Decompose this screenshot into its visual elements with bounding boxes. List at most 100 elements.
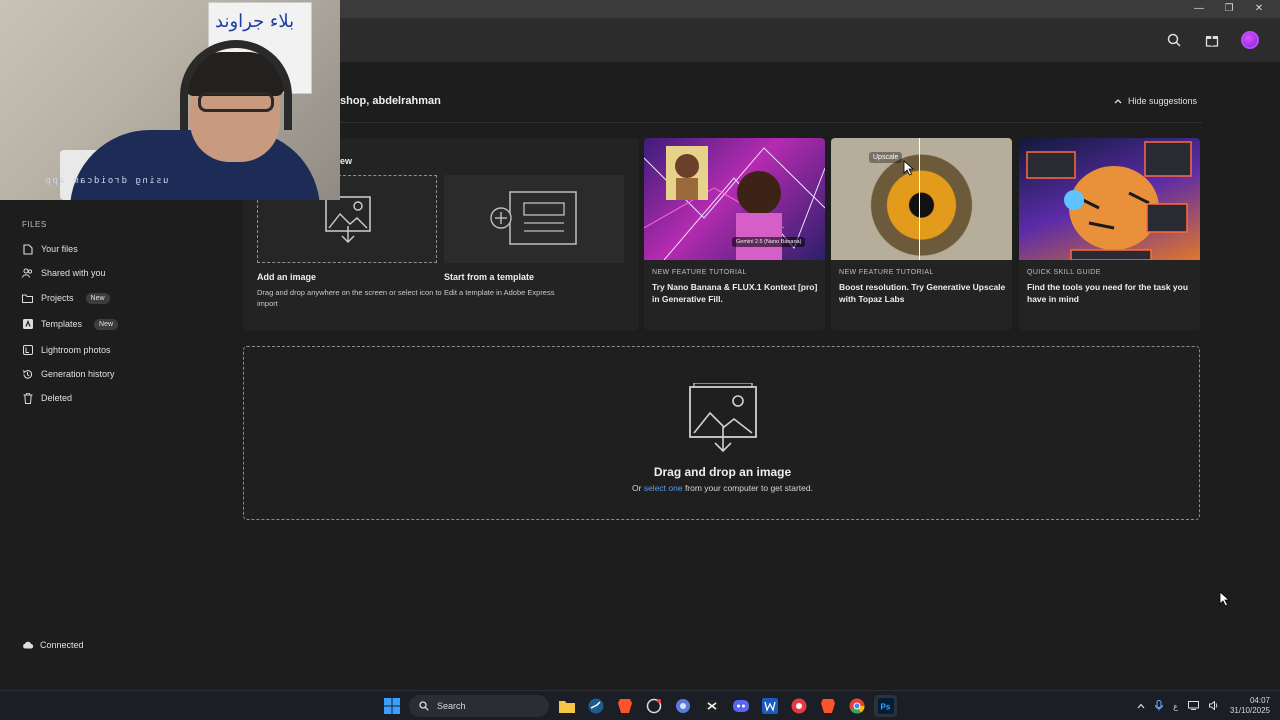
file-explorer-icon[interactable] bbox=[555, 695, 578, 717]
language-indicator[interactable]: ع bbox=[1173, 702, 1178, 711]
trash-icon bbox=[22, 392, 33, 404]
model-chip: Gemini 2.5 (Nano Banana) bbox=[732, 237, 806, 247]
sidebar-item-projects[interactable]: Projects New bbox=[22, 288, 110, 308]
template-tile[interactable] bbox=[444, 175, 624, 263]
chevron-up-icon bbox=[1114, 99, 1122, 104]
microphone-icon[interactable] bbox=[1155, 699, 1164, 713]
gift-icon[interactable] bbox=[1202, 30, 1222, 50]
sidebar-item-label: Projects bbox=[41, 293, 74, 303]
hide-suggestions-label: Hide suggestions bbox=[1128, 96, 1198, 106]
sidebar-section-files: FILES bbox=[22, 220, 47, 229]
close-button[interactable]: ✕ bbox=[1244, 0, 1274, 18]
window-controls: — ❐ ✕ bbox=[1184, 0, 1274, 18]
suggestion-thumbnail bbox=[1019, 138, 1200, 260]
sidebar-item-generation-history[interactable]: Generation history bbox=[22, 364, 115, 384]
avatar[interactable] bbox=[1240, 30, 1260, 50]
search-label: Search bbox=[437, 701, 466, 711]
upscale-chip: Upscale bbox=[869, 152, 903, 163]
compare-divider bbox=[919, 138, 920, 260]
suggestion-title: Try Nano Banana & FLUX.1 Kontext [pro] i… bbox=[652, 282, 818, 304]
volume-icon[interactable] bbox=[1208, 699, 1220, 712]
chrome-icon[interactable] bbox=[845, 695, 868, 717]
search-icon[interactable] bbox=[1164, 30, 1184, 50]
chevron-up-icon[interactable] bbox=[1137, 702, 1145, 711]
chatgpt-icon[interactable] bbox=[642, 695, 665, 717]
taskbar-apps: Search Ps bbox=[380, 695, 897, 717]
drop-zone-subtitle: Or select one from your computer to get … bbox=[244, 483, 1201, 493]
hide-suggestions-button[interactable]: Hide suggestions bbox=[1114, 96, 1197, 106]
glasses bbox=[198, 92, 274, 112]
sidebar-item-label: Templates bbox=[41, 319, 83, 329]
steam-icon[interactable] bbox=[584, 695, 607, 717]
suggestion-thumbnail: Upscale bbox=[831, 138, 1012, 260]
templates-icon bbox=[22, 319, 33, 330]
sidebar-item-label: Your files bbox=[41, 244, 78, 254]
connection-status: Connected bbox=[22, 640, 84, 650]
sidebar-item-shared[interactable]: Shared with you bbox=[22, 263, 106, 283]
clock-date: 31/10/2025 bbox=[1229, 706, 1270, 715]
image-import-icon bbox=[325, 196, 371, 243]
suggestion-kicker: NEW FEATURE TUTORIAL bbox=[652, 269, 747, 276]
mouse-cursor-icon bbox=[1219, 591, 1231, 607]
capcut-icon[interactable] bbox=[700, 695, 723, 717]
sidebar-item-your-files[interactable]: Your files bbox=[22, 239, 78, 259]
clock-time: 04:07 bbox=[1249, 696, 1270, 705]
suggestion-title: Find the tools you need for the task you… bbox=[1027, 282, 1189, 304]
tiger-ui-art bbox=[1026, 141, 1192, 260]
avatar-image bbox=[1241, 31, 1259, 49]
sidebar-item-deleted[interactable]: Deleted bbox=[22, 388, 72, 408]
suggestion-card-upscale[interactable]: Upscale NEW FEATURE TUTORIAL Boost resol… bbox=[831, 138, 1012, 330]
people-icon bbox=[22, 268, 33, 279]
folder-icon bbox=[22, 293, 33, 304]
drop-zone-title: Drag and drop an image bbox=[653, 465, 792, 479]
template-icon bbox=[490, 191, 577, 245]
suggestion-kicker: NEW FEATURE TUTORIAL bbox=[839, 269, 934, 276]
template-label[interactable]: Start from a template bbox=[444, 272, 534, 282]
poster-text: بلاء جراوند bbox=[215, 11, 295, 32]
drop-zone[interactable]: Drag and drop an image Or select one fro… bbox=[243, 346, 1200, 520]
add-image-label[interactable]: Add an image bbox=[257, 272, 316, 282]
file-icon bbox=[22, 243, 33, 255]
mouse-cursor-icon bbox=[903, 160, 915, 176]
brave-icon[interactable] bbox=[613, 695, 636, 717]
suggestion-title: Boost resolution. Try Generative Upscale… bbox=[839, 282, 1006, 304]
new-badge: New bbox=[94, 318, 119, 330]
sidebar: FILES Your files Shared with you Project… bbox=[0, 200, 236, 690]
photoshop-icon[interactable]: Ps bbox=[874, 695, 897, 717]
add-image-desc: Drag and drop anywhere on the screen or … bbox=[257, 288, 442, 308]
sidebar-item-templates[interactable]: Templates New bbox=[22, 314, 119, 334]
system-tray: ع 04:07 31/10/2025 bbox=[1137, 695, 1270, 717]
sidebar-item-label: Deleted bbox=[41, 393, 73, 403]
recorder-icon[interactable] bbox=[787, 695, 810, 717]
new-badge: New bbox=[85, 292, 110, 304]
suggestion-thumbnail: Gemini 2.5 (Nano Banana) bbox=[644, 138, 825, 260]
cloud-icon bbox=[23, 641, 34, 649]
discord-icon[interactable] bbox=[729, 695, 752, 717]
photoshop-home: — ❐ ✕ shop, abdelrahman Hide suggestions… bbox=[0, 0, 1280, 690]
page-greeting: shop, abdelrahman bbox=[340, 95, 441, 107]
start-new-title: ew bbox=[340, 156, 353, 166]
webcam-overlay: بلاء جراوند using droidcam app bbox=[0, 0, 340, 200]
sidebar-item-label: Lightroom photos bbox=[41, 345, 111, 355]
minimize-button[interactable]: — bbox=[1184, 0, 1214, 18]
restore-button[interactable]: ❐ bbox=[1214, 0, 1244, 18]
drop-prefix: Or bbox=[632, 483, 644, 493]
vpn-icon[interactable] bbox=[671, 695, 694, 717]
network-icon[interactable] bbox=[1187, 700, 1199, 712]
clock[interactable]: 04:07 31/10/2025 bbox=[1230, 696, 1270, 716]
search-icon bbox=[419, 701, 429, 711]
windows-start-icon[interactable] bbox=[380, 695, 403, 717]
taskbar-search[interactable]: Search bbox=[409, 695, 549, 717]
suggestion-card-nano-banana[interactable]: Gemini 2.5 (Nano Banana) NEW FEATURE TUT… bbox=[644, 138, 825, 330]
word-icon[interactable] bbox=[758, 695, 781, 717]
history-icon bbox=[22, 369, 33, 380]
brave-icon-2[interactable] bbox=[816, 695, 839, 717]
connection-label: Connected bbox=[40, 640, 84, 650]
sidebar-item-lightroom[interactable]: Lightroom photos bbox=[22, 340, 111, 360]
lightroom-icon bbox=[22, 345, 33, 356]
suggestion-card-skill-guide[interactable]: QUICK SKILL GUIDE Find the tools you nee… bbox=[1019, 138, 1200, 330]
image-drop-icon bbox=[689, 383, 757, 453]
template-desc: Edit a template in Adobe Express bbox=[444, 288, 555, 297]
suggestion-kicker: QUICK SKILL GUIDE bbox=[1027, 269, 1101, 276]
select-one-link[interactable]: select one bbox=[644, 483, 683, 493]
